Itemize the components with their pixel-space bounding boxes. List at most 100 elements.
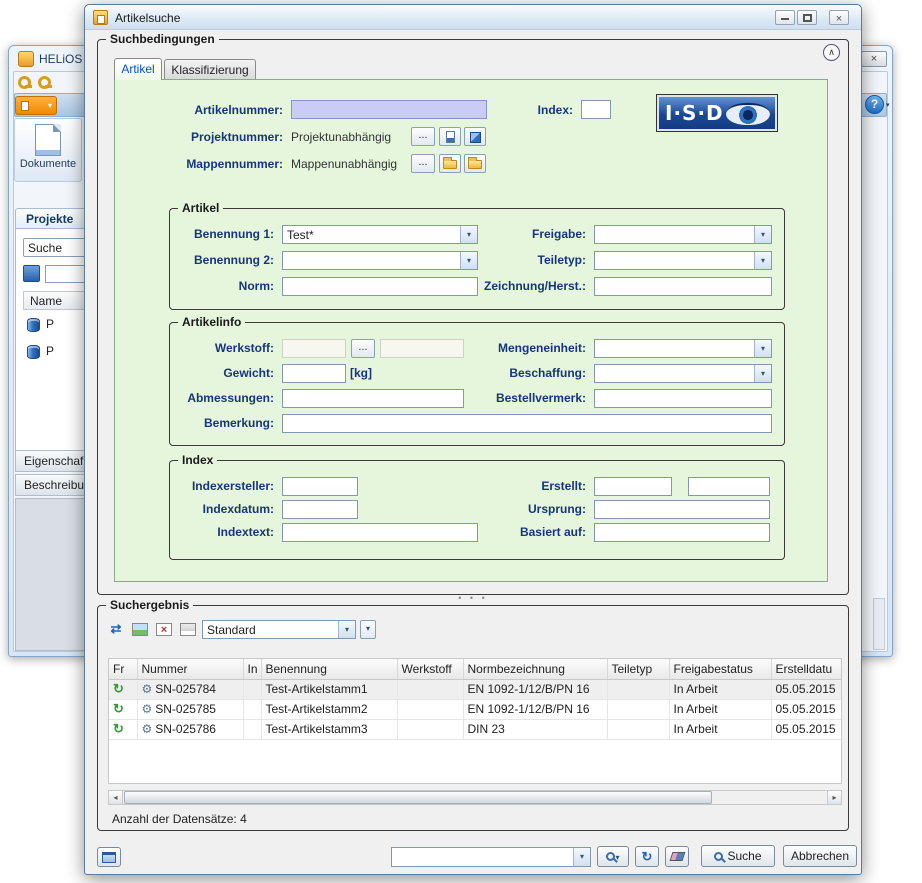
arrow-right-icon: ▸ <box>832 793 836 802</box>
bemerkung-input[interactable] <box>282 414 772 433</box>
column-header-teiletyp[interactable]: Teiletyp <box>607 659 669 679</box>
indexersteller-input[interactable] <box>282 477 358 496</box>
chevron-down-icon: ▾ <box>48 101 52 110</box>
project-database-icon <box>27 345 40 359</box>
bestellvermerk-label: Bestellvermerk: <box>466 391 586 405</box>
table-row[interactable]: ↻ ⚙SN-025784 Test-Artikelstamm1 EN 1092-… <box>109 679 841 699</box>
column-header-fr[interactable]: Fr <box>109 659 137 679</box>
chevron-down-icon[interactable]: ▾ <box>754 252 771 269</box>
new-document-button[interactable]: ▾ <box>15 96 57 115</box>
maximize-button[interactable] <box>797 10 817 25</box>
bestellvermerk-input[interactable] <box>594 389 772 408</box>
mengeneinheit-combobox[interactable]: ▾ <box>594 339 772 358</box>
zeichnung-input[interactable] <box>594 277 772 296</box>
projekt-detail-button[interactable] <box>439 127 461 146</box>
teiletyp-combobox[interactable]: ▾ <box>594 251 772 270</box>
chevron-down-icon[interactable]: ▾ <box>886 101 890 109</box>
werkstoff-browse-button[interactable]: ... <box>351 339 375 358</box>
clear-fields-button[interactable] <box>665 846 689 867</box>
column-header-benennung[interactable]: Benennung <box>261 659 397 679</box>
mappe-browse-button[interactable]: ... <box>411 154 435 173</box>
refresh-results-button[interactable]: ⇄ <box>106 620 126 639</box>
chevron-down-icon[interactable]: ▾ <box>338 621 355 638</box>
clear-results-button[interactable]: × <box>154 620 174 639</box>
ursprung-input[interactable] <box>594 500 770 519</box>
result-horizontal-scrollbar[interactable]: ◂ ▸ <box>108 790 842 805</box>
search-scope-icon[interactable] <box>23 265 40 282</box>
column-header-nummer[interactable]: Nummer <box>137 659 243 679</box>
splitter-handle[interactable]: • • • <box>85 593 861 603</box>
indextext-input[interactable] <box>282 523 478 542</box>
chevron-down-icon[interactable]: ▾ <box>754 340 771 357</box>
mappe-open-button[interactable] <box>439 154 461 173</box>
artikelnummer-input[interactable] <box>291 100 487 119</box>
tab-projekte[interactable]: Projekte <box>15 208 91 228</box>
projektnummer-label: Projektnummer: <box>135 130 283 144</box>
erstellt-input-2[interactable] <box>688 477 770 496</box>
beschaffung-label: Beschaffung: <box>466 366 586 380</box>
tree-item-project[interactable]: P <box>27 344 54 362</box>
chevron-down-icon[interactable]: ▾ <box>573 848 590 866</box>
werkstoff-name-field[interactable] <box>380 339 464 358</box>
column-header-erstelldatum[interactable]: Erstelldatu <box>771 659 841 679</box>
minimize-button[interactable] <box>775 10 795 25</box>
refresh-button[interactable]: ↻ <box>635 846 659 867</box>
collapse-button[interactable]: ∧ <box>823 44 840 61</box>
key-icon[interactable] <box>17 75 32 90</box>
main-close-button[interactable]: × <box>861 51 887 67</box>
help-button[interactable]: ? <box>865 95 884 114</box>
folder-link-icon <box>468 160 482 169</box>
export-image-button[interactable] <box>130 620 150 639</box>
close-button[interactable]: × <box>829 10 849 25</box>
abmessungen-input[interactable] <box>282 389 464 408</box>
freigabe-combobox[interactable]: ▾ <box>594 225 772 244</box>
projekt-structure-button[interactable] <box>464 127 486 146</box>
status-icon: ↻ <box>113 721 124 736</box>
main-vertical-scrollbar[interactable] <box>873 598 885 650</box>
dokumente-button[interactable]: Dokumente <box>14 118 82 182</box>
column-header-normbezeichnung[interactable]: Normbezeichnung <box>463 659 607 679</box>
view-options-button[interactable]: ▾ <box>360 620 376 639</box>
column-header-freigabestatus[interactable]: Freigabestatus <box>669 659 771 679</box>
projekt-browse-button[interactable]: ... <box>411 127 435 146</box>
table-row[interactable]: ↻ ⚙SN-025786 Test-Artikelstamm3 DIN 23 I… <box>109 719 841 739</box>
indexdatum-input[interactable] <box>282 500 358 519</box>
column-header-in[interactable]: In <box>243 659 261 679</box>
bemerkung-label: Bemerkung: <box>170 416 274 430</box>
tab-artikel[interactable]: Artikel <box>114 58 162 80</box>
key-icon[interactable] <box>37 75 52 90</box>
benennung1-combobox[interactable]: Test* ▾ <box>282 225 478 244</box>
scroll-left-button[interactable]: ◂ <box>109 791 123 804</box>
close-icon: × <box>836 13 842 25</box>
quick-search-combobox[interactable]: ▾ <box>391 847 591 867</box>
result-view-combobox[interactable]: Standard ▾ <box>202 620 356 639</box>
index-input[interactable] <box>581 100 611 119</box>
benennung2-combobox[interactable]: ▾ <box>282 251 478 270</box>
benennung2-label: Benennung 2: <box>170 253 274 267</box>
tree-item-project[interactable]: P <box>27 317 54 335</box>
search-options-button[interactable]: ▾ <box>597 846 629 867</box>
gewicht-input[interactable] <box>282 364 346 383</box>
scrollbar-thumb[interactable] <box>124 791 712 804</box>
beschaffung-combobox[interactable]: ▾ <box>594 364 772 383</box>
ursprung-label: Ursprung: <box>466 502 586 516</box>
suche-button[interactable]: Suche <box>701 845 775 867</box>
report-button[interactable] <box>178 620 198 639</box>
basiert-input[interactable] <box>594 523 770 542</box>
status-icon: ↻ <box>113 701 124 716</box>
chevron-up-icon: ∧ <box>828 47 835 57</box>
column-header-werkstoff[interactable]: Werkstoff <box>397 659 463 679</box>
erstellt-input-1[interactable] <box>594 477 672 496</box>
werkstoff-input[interactable] <box>282 339 346 358</box>
chevron-down-icon[interactable]: ▾ <box>754 226 771 243</box>
tab-klassifizierung[interactable]: Klassifizierung <box>164 59 256 80</box>
window-mode-button[interactable] <box>97 847 121 867</box>
norm-input[interactable] <box>282 277 478 296</box>
maximize-icon <box>803 14 812 22</box>
abbrechen-button[interactable]: Abbrechen <box>783 845 857 867</box>
scroll-right-button[interactable]: ▸ <box>827 791 841 804</box>
chevron-down-icon[interactable]: ▾ <box>754 365 771 382</box>
mappe-structure-button[interactable] <box>464 154 486 173</box>
dialog-titlebar[interactable]: Artikelsuche × <box>85 5 861 30</box>
table-row[interactable]: ↻ ⚙SN-025785 Test-Artikelstamm2 EN 1092-… <box>109 699 841 719</box>
